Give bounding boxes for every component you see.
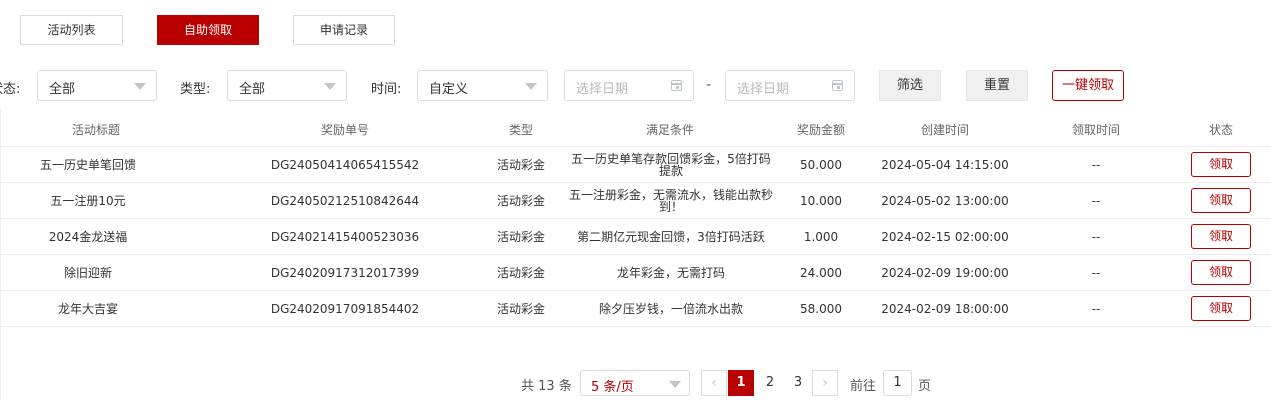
page-button-2[interactable]: 2 xyxy=(757,370,783,396)
page-size-select[interactable]: 5 条/页 xyxy=(580,370,690,396)
cell-title: 龙年大吉宴 xyxy=(57,301,118,316)
cell-order: DG24050414065415542 xyxy=(270,157,420,172)
date-range-separator: - xyxy=(706,77,712,93)
chevron-down-icon xyxy=(324,83,336,90)
column-header-claimed: 领取时间 xyxy=(1071,123,1120,137)
cell-amount: 10.000 xyxy=(800,193,842,208)
cell-title: 2024金龙送福 xyxy=(48,229,128,244)
type-select[interactable]: 全部 xyxy=(227,70,347,101)
type-select-value: 全部 xyxy=(239,82,266,97)
cell-claimed: -- xyxy=(1091,229,1101,244)
cell-order: DG24050212510842644 xyxy=(270,193,420,208)
cell-type: 活动彩金 xyxy=(496,301,545,316)
cell-order: DG24020917312017399 xyxy=(270,265,420,280)
table-row: 除旧迎新 DG24020917312017399 活动彩金 龙年彩金，无需打码 … xyxy=(0,255,1271,291)
type-filter-label: 类型: xyxy=(180,82,211,97)
goto-suffix: 页 xyxy=(918,379,932,394)
column-header-created: 创建时间 xyxy=(920,123,969,137)
column-header-amount: 奖励金额 xyxy=(796,123,845,137)
status-filter-label: 状态: xyxy=(0,82,21,97)
filter-bar: 状态: 全部 类型: 全部 时间: 自定义 选择日期 - 选择日期 筛选 重置 … xyxy=(0,70,1271,102)
claim-all-button[interactable]: 一键领取 xyxy=(1052,70,1124,101)
column-header-type: 类型 xyxy=(508,123,533,137)
cell-created: 2024-05-04 14:15:00 xyxy=(881,157,1009,172)
table-row: 五一历史单笔回馈 DG24050414065415542 活动彩金 五一历史单笔… xyxy=(0,147,1271,183)
claim-button[interactable]: 领取 xyxy=(1191,152,1251,177)
cell-order: DG24020917091854402 xyxy=(270,301,420,316)
cell-condition: 第二期亿元现金回馈，3倍打码活跃 xyxy=(577,229,765,244)
cell-condition: 五一历史单笔存款回馈彩金，5倍打码提款 xyxy=(571,151,771,178)
table-row: 2024金龙送福 DG24021415400523036 活动彩金 第二期亿元现… xyxy=(0,219,1271,255)
page-size-value: 5 条/页 xyxy=(591,380,634,395)
cell-claimed: -- xyxy=(1091,265,1101,280)
cell-claimed: -- xyxy=(1091,157,1101,172)
cell-order: DG24021415400523036 xyxy=(270,229,420,244)
cell-title: 五一注册10元 xyxy=(50,193,126,208)
cell-created: 2024-02-15 02:00:00 xyxy=(881,229,1009,244)
claim-button[interactable]: 领取 xyxy=(1191,188,1251,213)
tab-activity-list[interactable]: 活动列表 xyxy=(20,15,123,45)
cell-claimed: -- xyxy=(1091,301,1101,316)
cell-created: 2024-02-09 18:00:00 xyxy=(881,301,1009,316)
time-select[interactable]: 自定义 xyxy=(417,70,548,101)
cell-condition: 龙年彩金，无需打码 xyxy=(616,265,725,280)
status-select[interactable]: 全部 xyxy=(37,70,157,101)
claim-button[interactable]: 领取 xyxy=(1191,260,1251,285)
chevron-down-icon xyxy=(134,83,146,90)
cell-claimed: -- xyxy=(1091,193,1101,208)
reward-table: 活动标题 奖励单号 类型 满足条件 奖励金额 创建时间 领取时间 状态 五一历史… xyxy=(0,110,1271,327)
page-button-3[interactable]: 3 xyxy=(785,370,811,396)
goto-page-input[interactable]: 1 xyxy=(883,370,912,396)
cell-condition: 五一注册彩金，无需流水，钱能出款秒到！ xyxy=(568,187,773,214)
cell-amount: 50.000 xyxy=(800,157,842,172)
filter-button[interactable]: 筛选 xyxy=(879,70,941,101)
cell-amount: 24.000 xyxy=(800,265,842,280)
claim-button[interactable]: 领取 xyxy=(1191,224,1251,249)
cell-type: 活动彩金 xyxy=(496,193,545,208)
cell-amount: 1.000 xyxy=(803,229,839,244)
start-date-placeholder: 选择日期 xyxy=(576,82,629,97)
reset-button[interactable]: 重置 xyxy=(966,70,1028,101)
end-date-placeholder: 选择日期 xyxy=(737,82,790,97)
tab-self-claim[interactable]: 自助领取 xyxy=(157,15,259,45)
column-header-condition: 满足条件 xyxy=(645,123,694,137)
cell-amount: 58.000 xyxy=(800,301,842,316)
cell-condition: 除夕压岁钱，一倍流水出款 xyxy=(598,301,743,316)
calendar-icon xyxy=(832,80,843,91)
cell-created: 2024-05-02 13:00:00 xyxy=(881,193,1009,208)
status-select-value: 全部 xyxy=(49,82,76,97)
tab-application-records[interactable]: 申请记录 xyxy=(293,15,395,45)
time-filter-label: 时间: xyxy=(371,82,402,97)
goto-label: 前往 xyxy=(850,379,877,394)
chevron-down-icon xyxy=(525,83,537,90)
cell-created: 2024-02-09 19:00:00 xyxy=(881,265,1009,280)
time-select-value: 自定义 xyxy=(429,82,469,97)
table-header: 活动标题 奖励单号 类型 满足条件 奖励金额 创建时间 领取时间 状态 xyxy=(0,110,1271,147)
chevron-down-icon xyxy=(669,381,681,388)
column-header-status: 状态 xyxy=(1208,123,1233,137)
start-date-input[interactable]: 选择日期 xyxy=(564,70,694,101)
column-header-order: 奖励单号 xyxy=(320,123,369,137)
cell-title: 五一历史单笔回馈 xyxy=(39,157,136,172)
cell-type: 活动彩金 xyxy=(496,229,545,244)
tab-bar: 活动列表 自助领取 申请记录 xyxy=(0,0,1271,62)
page-button-1[interactable]: 1 xyxy=(728,370,754,396)
table-row: 龙年大吉宴 DG24020917091854402 活动彩金 除夕压岁钱，一倍流… xyxy=(0,291,1271,327)
pagination: 共 13 条 5 条/页 ‹ 1 2 3 › 前往 1 页 xyxy=(0,368,1271,398)
next-page-icon[interactable]: › xyxy=(812,370,838,396)
end-date-input[interactable]: 选择日期 xyxy=(725,70,855,101)
cell-title: 除旧迎新 xyxy=(63,265,112,280)
cell-type: 活动彩金 xyxy=(496,157,545,172)
claim-button[interactable]: 领取 xyxy=(1191,296,1251,321)
calendar-icon xyxy=(671,80,682,91)
cell-type: 活动彩金 xyxy=(496,265,545,280)
column-header-title: 活动标题 xyxy=(71,123,120,137)
prev-page-icon[interactable]: ‹ xyxy=(701,370,727,396)
table-row: 五一注册10元 DG24050212510842644 活动彩金 五一注册彩金，… xyxy=(0,183,1271,219)
total-count: 共 13 条 xyxy=(521,379,572,394)
